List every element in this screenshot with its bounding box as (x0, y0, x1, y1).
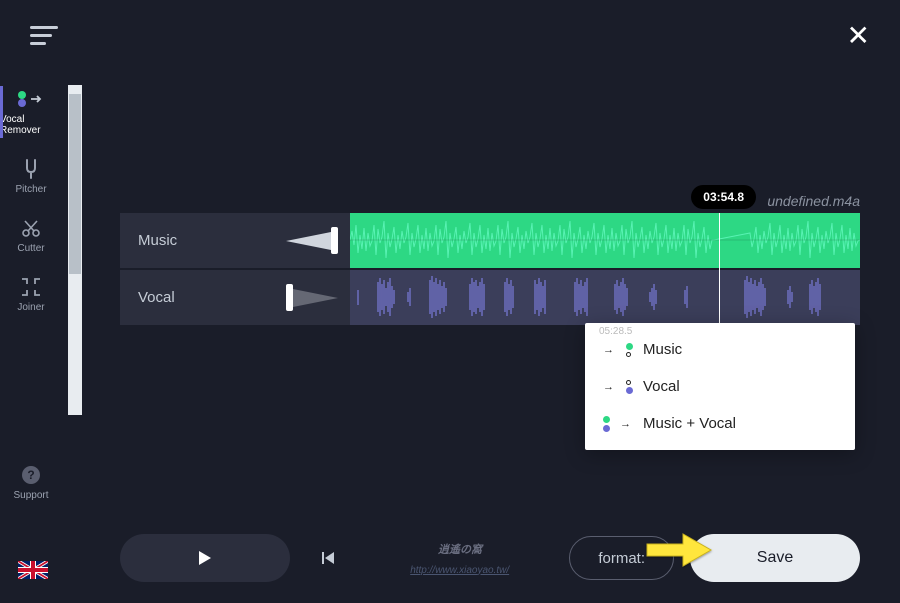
language-flag-uk[interactable] (18, 561, 48, 579)
sidebar-item-support[interactable]: ? Support (0, 464, 62, 501)
sidebar: Vocal Remover Pitcher Cutter Joiner (0, 80, 62, 313)
sidebar-item-label: Pitcher (15, 184, 46, 195)
format-label: format: (598, 550, 645, 567)
sidebar-item-label: Joiner (17, 302, 44, 313)
sidebar-item-label: Support (13, 490, 48, 501)
close-button[interactable]: ✕ (847, 19, 870, 52)
svg-text:逍遙の窩: 逍遙の窩 (438, 543, 484, 556)
tuning-fork-icon (22, 158, 40, 180)
track-label: Vocal (138, 289, 175, 306)
sidebar-item-label: Vocal Remover (0, 114, 62, 136)
dropdown-item-label: Music + Vocal (643, 415, 736, 432)
skip-back-icon (320, 550, 336, 566)
vocal-volume-slider[interactable] (286, 284, 338, 311)
menu-icon[interactable] (30, 26, 58, 45)
sidebar-item-label: Cutter (17, 243, 44, 254)
vocal-waveform[interactable] (350, 270, 860, 325)
playhead-time-badge: 03:54.8 (691, 185, 756, 209)
arrow-icon: → (620, 418, 631, 430)
track-row-vocal: Vocal (120, 270, 860, 325)
save-button[interactable]: Save (690, 534, 860, 582)
scissors-icon (21, 217, 41, 239)
track-label: Music (138, 232, 177, 249)
arrow-icon: → (603, 344, 614, 356)
track-row-music: Music (120, 213, 860, 268)
skip-back-button[interactable] (306, 536, 350, 580)
save-options-dropdown: 05:28.5 → Music → Vocal → Music + Vocal (585, 323, 855, 450)
play-icon (196, 549, 214, 567)
dropdown-item-vocal[interactable]: → Vocal (585, 368, 855, 405)
scrollbar[interactable] (68, 85, 82, 415)
sidebar-item-cutter[interactable]: Cutter (0, 217, 62, 254)
watermark: 逍遙の窩 http://www.xiaoyao.tw/ (366, 541, 553, 576)
sidebar-item-pitcher[interactable]: Pitcher (0, 158, 62, 195)
dropdown-item-music[interactable]: → Music (585, 331, 855, 368)
vocal-remover-icon (16, 88, 46, 110)
sidebar-item-vocal-remover[interactable]: Vocal Remover (0, 88, 62, 136)
format-button[interactable]: format: (569, 536, 674, 580)
filename-label: undefined.m4a (767, 193, 860, 209)
joiner-icon (20, 276, 42, 298)
music-waveform[interactable] (350, 213, 860, 268)
dropdown-item-label: Vocal (643, 378, 680, 395)
save-label: Save (757, 549, 793, 567)
play-button[interactable] (120, 534, 290, 582)
sidebar-item-joiner[interactable]: Joiner (0, 276, 62, 313)
dropdown-item-music-vocal[interactable]: → Music + Vocal (585, 405, 855, 442)
arrow-icon: → (603, 381, 614, 393)
dropdown-item-label: Music (643, 341, 682, 358)
svg-text:?: ? (27, 468, 34, 482)
help-icon: ? (21, 464, 41, 486)
scrollbar-thumb[interactable] (69, 94, 81, 274)
music-volume-slider[interactable] (286, 227, 338, 254)
